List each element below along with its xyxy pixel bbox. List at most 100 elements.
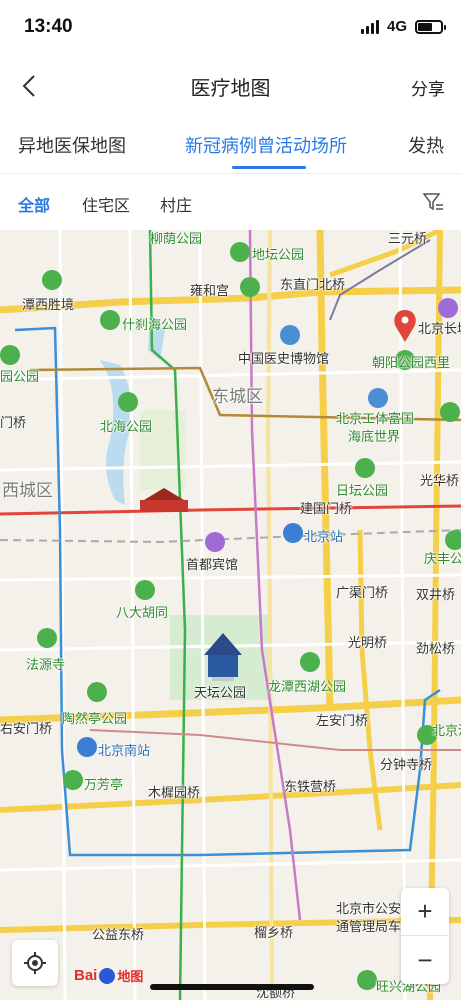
map-label: 北京工体富国: [336, 411, 415, 426]
zoom-out-button[interactable]: −: [401, 936, 449, 984]
park-icon[interactable]: [42, 270, 62, 290]
status-time: 13:40: [24, 16, 73, 37]
tab-covid-case-places[interactable]: 新冠病例曾活动场所: [185, 132, 347, 158]
locate-icon: [24, 952, 46, 974]
map-label: 右安门桥: [0, 721, 53, 736]
map-label: 三元桥: [388, 231, 428, 246]
page-title: 医疗地图: [190, 78, 271, 100]
map-label: 通管理局车: [336, 919, 402, 934]
map-label: 中国医史博物馆: [238, 351, 330, 366]
map-label: 北京站: [304, 529, 344, 544]
signal-icon: [360, 19, 379, 34]
park-icon[interactable]: [37, 628, 57, 648]
map-base-layer: [0, 230, 461, 1000]
map-label: 朝阳公园西里: [372, 355, 451, 370]
map-label: 万芳亭: [84, 777, 124, 792]
filter-village[interactable]: 村庄: [160, 192, 192, 216]
map-label: 龙潭西湖公园: [268, 679, 347, 694]
metro-line-1: [0, 504, 461, 516]
category-tabs: 异地医保地图 新冠病例曾活动场所 发热: [0, 114, 461, 174]
map-label: 双井桥: [416, 587, 456, 602]
park-icon[interactable]: [135, 580, 155, 600]
train-station-icon[interactable]: [283, 523, 303, 543]
map-label: 首都宾馆: [186, 557, 239, 572]
tab-fever[interactable]: 发热: [408, 132, 444, 158]
park-icon[interactable]: [87, 682, 107, 702]
map-label: 分钟寺桥: [380, 757, 433, 772]
district-label: 西城区: [2, 481, 53, 500]
map-label: 潭西胜境: [22, 297, 75, 312]
map-label: 门桥: [0, 415, 27, 430]
map-label: 陶然亭公园: [62, 711, 128, 726]
road-east-3rd-ring: [427, 230, 443, 1000]
filter-all[interactable]: 全部: [18, 192, 50, 216]
road-dongdan: [265, 230, 274, 1000]
filter-bar: 全部 住宅区 村庄: [0, 174, 461, 230]
map-label: 左安门桥: [316, 713, 369, 728]
filter-residential[interactable]: 住宅区: [82, 192, 130, 216]
battery-icon: [415, 19, 446, 34]
district-label: 东城区: [212, 387, 263, 406]
map-label: 法源寺: [26, 657, 66, 672]
map-label: 天坛公园: [194, 685, 247, 700]
map-label: 北京长城: [418, 321, 461, 336]
map-label: 海底世界: [348, 429, 401, 444]
map-label: 建国门桥: [300, 501, 353, 516]
museum-icon[interactable]: [280, 325, 300, 345]
paw-icon: [99, 967, 116, 984]
zoom-in-button[interactable]: +: [401, 888, 449, 936]
map-label: 劲松桥: [416, 641, 456, 656]
map-label: 北京南站: [98, 743, 151, 758]
map-canvas[interactable]: 柳荫公园 地坛公园 三元桥 潭西胜境 雍和宫 东直门北桥 什刹海公园 中国医史博…: [0, 230, 461, 1000]
park-icon[interactable]: [445, 530, 461, 550]
hotel-icon[interactable]: [438, 298, 458, 318]
park-icon[interactable]: [357, 970, 377, 990]
railway-line: [0, 529, 461, 544]
park-icon[interactable]: [63, 770, 83, 790]
hotel-icon[interactable]: [205, 532, 225, 552]
tab-medical-insurance-map[interactable]: 异地医保地图: [18, 132, 126, 158]
park-icon[interactable]: [230, 242, 250, 262]
map-label: 光明桥: [348, 635, 388, 650]
map-label: 日坛公园: [336, 483, 389, 498]
aquarium-icon[interactable]: [368, 388, 388, 408]
map-label: 榴乡桥: [254, 925, 294, 940]
map-label: 北海公园: [100, 419, 153, 434]
baidu-map-logo: Bai 地图: [74, 966, 143, 985]
map-label: 园公园: [0, 369, 40, 384]
location-pin-icon: [394, 310, 416, 342]
status-indicators: 4G: [360, 18, 446, 35]
nav-bar: 医疗地图 分享: [0, 58, 461, 114]
map-label: 北京市公安: [336, 901, 402, 916]
map-label: 木樨园桥: [148, 785, 201, 800]
map-label: 东直门北桥: [280, 277, 346, 292]
map-label: 地坛公园: [252, 247, 305, 262]
park-icon[interactable]: [240, 277, 260, 297]
filter-icon[interactable]: [421, 190, 445, 214]
road-east-2nd-ring: [316, 230, 334, 711]
status-bar: 13:40 4G: [0, 0, 461, 58]
share-button[interactable]: 分享: [411, 75, 445, 100]
map-label: 柳荫公园: [150, 231, 203, 246]
locate-button[interactable]: [12, 940, 58, 986]
park-icon[interactable]: [0, 345, 20, 365]
map-label: 雍和宫: [190, 283, 230, 298]
map-label: 八大胡同: [116, 605, 169, 620]
park-icon[interactable]: [100, 310, 120, 330]
train-station-icon[interactable]: [77, 737, 97, 757]
park-icon[interactable]: [300, 652, 320, 672]
network-type: 4G: [386, 18, 407, 35]
active-tab-indicator: [232, 166, 306, 169]
park-icon[interactable]: [440, 402, 460, 422]
map-label: 光华桥: [420, 473, 460, 488]
map-label: 东铁营桥: [284, 779, 337, 794]
park-icon[interactable]: [355, 458, 375, 478]
map-label: 公益东桥: [92, 927, 145, 942]
map-label: 什刹海公园: [122, 317, 188, 332]
home-indicator: [150, 984, 314, 990]
map-label: 北京河文: [432, 723, 461, 738]
map-label: 庆丰公: [424, 551, 461, 566]
logo-suffix: 地图: [117, 969, 144, 984]
park-icon[interactable]: [118, 392, 138, 412]
zoom-controls: + −: [401, 888, 449, 984]
